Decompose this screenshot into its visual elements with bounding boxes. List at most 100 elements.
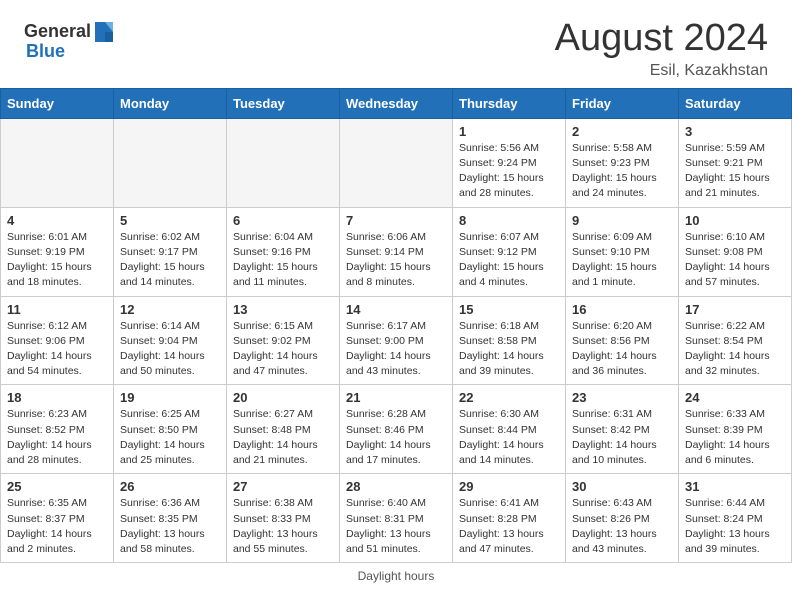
- calendar-day-6: 6 Sunrise: 6:04 AM Sunset: 9:16 PM Daylig…: [227, 207, 340, 296]
- day-number: 28: [346, 479, 446, 494]
- calendar-day-11: 11 Sunrise: 6:12 AM Sunset: 9:06 PM Dayli…: [1, 296, 114, 385]
- day-info: Sunrise: 6:07 AM Sunset: 9:12 PM Dayligh…: [459, 230, 559, 291]
- day-number: 30: [572, 479, 672, 494]
- calendar-day-23: 23 Sunrise: 6:31 AM Sunset: 8:42 PM Dayli…: [566, 385, 679, 474]
- day-info: Sunrise: 6:25 AM Sunset: 8:50 PM Dayligh…: [120, 407, 220, 468]
- calendar-day-21: 21Sunrise: 6:28 AM Sunset: 8:46 PM Dayli…: [340, 385, 453, 474]
- day-info: Sunrise: 6:38 AM Sunset: 8:33 PM Dayligh…: [233, 496, 333, 557]
- calendar-day-25: 25Sunrise: 6:35 AM Sunset: 8:37 PM Dayli…: [1, 474, 114, 563]
- day-info: Sunrise: 6:35 AM Sunset: 8:37 PM Dayligh…: [7, 496, 107, 557]
- day-number: 18: [7, 390, 107, 405]
- day-number: 3: [685, 124, 785, 139]
- day-number: 31: [685, 479, 785, 494]
- calendar-day-19: 19 Sunrise: 6:25 AM Sunset: 8:50 PM Dayli…: [114, 385, 227, 474]
- calendar-day-8: 8 Sunrise: 6:07 AM Sunset: 9:12 PM Daylig…: [453, 207, 566, 296]
- calendar-day-26: 26Sunrise: 6:36 AM Sunset: 8:35 PM Dayli…: [114, 474, 227, 563]
- day-info: Sunrise: 6:17 AM Sunset: 9:00 PM Dayligh…: [346, 319, 446, 380]
- calendar-header-monday: Monday: [114, 88, 227, 118]
- day-number: 12: [120, 302, 220, 317]
- day-number: 21: [346, 390, 446, 405]
- location-subtitle: Esil, Kazakhstan: [555, 62, 768, 80]
- calendar-day-15: 15Sunrise: 6:18 AM Sunset: 8:58 PM Dayli…: [453, 296, 566, 385]
- calendar-header-tuesday: Tuesday: [227, 88, 340, 118]
- logo-icon: [93, 18, 115, 46]
- calendar-day-16: 16 Sunrise: 6:20 AM Sunset: 8:56 PM Dayli…: [566, 296, 679, 385]
- calendar-day-29: 29 Sunrise: 6:41 AM Sunset: 8:28 PM Dayli…: [453, 474, 566, 563]
- footer-note: Daylight hours: [0, 563, 792, 587]
- calendar-day-empty: [227, 118, 340, 207]
- day-info: Sunrise: 6:31 AM Sunset: 8:42 PM Dayligh…: [572, 407, 672, 468]
- day-info: Sunrise: 6:15 AM Sunset: 9:02 PM Dayligh…: [233, 319, 333, 380]
- day-number: 2: [572, 124, 672, 139]
- day-info: Sunrise: 6:40 AM Sunset: 8:31 PM Dayligh…: [346, 496, 446, 557]
- calendar-day-3: 3 Sunrise: 5:59 AM Sunset: 9:21 PM Daylig…: [679, 118, 792, 207]
- title-block: August 2024 Esil, Kazakhstan: [555, 18, 768, 80]
- calendar-day-17: 17 Sunrise: 6:22 AM Sunset: 8:54 PM Dayli…: [679, 296, 792, 385]
- calendar-day-7: 7Sunrise: 6:06 AM Sunset: 9:14 PM Daylig…: [340, 207, 453, 296]
- calendar-header-friday: Friday: [566, 88, 679, 118]
- calendar-day-22: 22Sunrise: 6:30 AM Sunset: 8:44 PM Dayli…: [453, 385, 566, 474]
- calendar-day-31: 31Sunrise: 6:44 AM Sunset: 8:24 PM Dayli…: [679, 474, 792, 563]
- day-info: Sunrise: 6:14 AM Sunset: 9:04 PM Dayligh…: [120, 319, 220, 380]
- day-info: Sunrise: 6:20 AM Sunset: 8:56 PM Dayligh…: [572, 319, 672, 380]
- calendar-week-row: 11 Sunrise: 6:12 AM Sunset: 9:06 PM Dayli…: [1, 296, 792, 385]
- calendar-day-14: 14Sunrise: 6:17 AM Sunset: 9:00 PM Dayli…: [340, 296, 453, 385]
- day-number: 16: [572, 302, 672, 317]
- calendar-day-30: 30 Sunrise: 6:43 AM Sunset: 8:26 PM Dayli…: [566, 474, 679, 563]
- day-number: 24: [685, 390, 785, 405]
- logo: General Blue: [24, 18, 115, 62]
- day-info: Sunrise: 6:04 AM Sunset: 9:16 PM Dayligh…: [233, 230, 333, 291]
- logo-general-text: General: [24, 22, 91, 42]
- calendar-day-20: 20 Sunrise: 6:27 AM Sunset: 8:48 PM Dayli…: [227, 385, 340, 474]
- day-info: Sunrise: 6:33 AM Sunset: 8:39 PM Dayligh…: [685, 407, 785, 468]
- day-info: Sunrise: 6:10 AM Sunset: 9:08 PM Dayligh…: [685, 230, 785, 291]
- day-number: 1: [459, 124, 559, 139]
- day-info: Sunrise: 6:01 AM Sunset: 9:19 PM Dayligh…: [7, 230, 107, 291]
- calendar-week-row: 18 Sunrise: 6:23 AM Sunset: 8:52 PM Dayli…: [1, 385, 792, 474]
- day-info: Sunrise: 6:06 AM Sunset: 9:14 PM Dayligh…: [346, 230, 446, 291]
- day-number: 4: [7, 213, 107, 228]
- calendar-day-1: 1 Sunrise: 5:56 AM Sunset: 9:24 PM Daylig…: [453, 118, 566, 207]
- calendar-day-4: 4 Sunrise: 6:01 AM Sunset: 9:19 PM Daylig…: [1, 207, 114, 296]
- day-number: 17: [685, 302, 785, 317]
- calendar-header-row: SundayMondayTuesdayWednesdayThursdayFrid…: [1, 88, 792, 118]
- calendar-day-empty: [1, 118, 114, 207]
- day-number: 27: [233, 479, 333, 494]
- day-info: Sunrise: 6:23 AM Sunset: 8:52 PM Dayligh…: [7, 407, 107, 468]
- day-info: Sunrise: 5:58 AM Sunset: 9:23 PM Dayligh…: [572, 141, 672, 202]
- day-number: 29: [459, 479, 559, 494]
- day-info: Sunrise: 6:12 AM Sunset: 9:06 PM Dayligh…: [7, 319, 107, 380]
- day-number: 6: [233, 213, 333, 228]
- day-info: Sunrise: 6:27 AM Sunset: 8:48 PM Dayligh…: [233, 407, 333, 468]
- day-number: 8: [459, 213, 559, 228]
- calendar-week-row: 4 Sunrise: 6:01 AM Sunset: 9:19 PM Daylig…: [1, 207, 792, 296]
- calendar-day-18: 18 Sunrise: 6:23 AM Sunset: 8:52 PM Dayli…: [1, 385, 114, 474]
- calendar-header-sunday: Sunday: [1, 88, 114, 118]
- calendar-day-12: 12 Sunrise: 6:14 AM Sunset: 9:04 PM Dayli…: [114, 296, 227, 385]
- day-info: Sunrise: 6:22 AM Sunset: 8:54 PM Dayligh…: [685, 319, 785, 380]
- day-info: Sunrise: 5:56 AM Sunset: 9:24 PM Dayligh…: [459, 141, 559, 202]
- day-info: Sunrise: 5:59 AM Sunset: 9:21 PM Dayligh…: [685, 141, 785, 202]
- header: General Blue August 2024 Esil, Kazakhsta…: [0, 0, 792, 88]
- calendar-week-row: 1 Sunrise: 5:56 AM Sunset: 9:24 PM Daylig…: [1, 118, 792, 207]
- day-number: 22: [459, 390, 559, 405]
- day-info: Sunrise: 6:43 AM Sunset: 8:26 PM Dayligh…: [572, 496, 672, 557]
- day-number: 10: [685, 213, 785, 228]
- day-number: 23: [572, 390, 672, 405]
- logo-blue-text: Blue: [26, 42, 65, 62]
- day-number: 11: [7, 302, 107, 317]
- day-number: 20: [233, 390, 333, 405]
- month-year-title: August 2024: [555, 18, 768, 60]
- calendar-day-9: 9Sunrise: 6:09 AM Sunset: 9:10 PM Daylig…: [566, 207, 679, 296]
- calendar-header-thursday: Thursday: [453, 88, 566, 118]
- day-info: Sunrise: 6:41 AM Sunset: 8:28 PM Dayligh…: [459, 496, 559, 557]
- day-number: 19: [120, 390, 220, 405]
- calendar-day-28: 28 Sunrise: 6:40 AM Sunset: 8:31 PM Dayli…: [340, 474, 453, 563]
- day-info: Sunrise: 6:02 AM Sunset: 9:17 PM Dayligh…: [120, 230, 220, 291]
- day-info: Sunrise: 6:09 AM Sunset: 9:10 PM Dayligh…: [572, 230, 672, 291]
- calendar-day-empty: [340, 118, 453, 207]
- day-number: 5: [120, 213, 220, 228]
- calendar-day-empty: [114, 118, 227, 207]
- day-number: 15: [459, 302, 559, 317]
- calendar-day-24: 24 Sunrise: 6:33 AM Sunset: 8:39 PM Dayli…: [679, 385, 792, 474]
